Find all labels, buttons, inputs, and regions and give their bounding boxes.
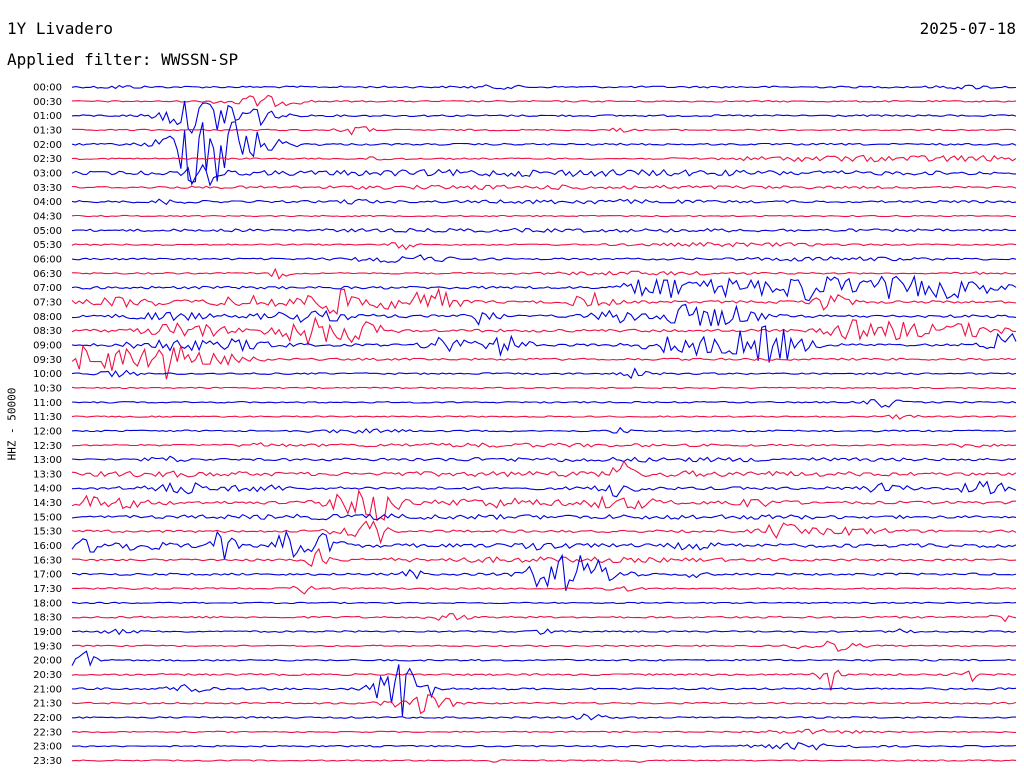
trace-row-1000 [71,367,1017,380]
trace-row-0700 [71,274,1017,302]
trace-row-1730 [71,585,1017,595]
trace-row-1600 [71,529,1017,560]
time-tick-label: 10:30 [33,383,62,394]
time-tick-label: 20:00 [33,656,62,667]
time-tick-label: 04:00 [33,197,62,208]
trace-row-1930 [71,640,1017,653]
time-tick-label: 01:00 [33,111,62,122]
time-tick-label: 03:00 [33,168,62,179]
trace-row-1330 [71,460,1017,478]
time-tick-label: 20:30 [33,670,62,681]
trace-row-2100 [72,664,1017,716]
trace-row-0900 [71,325,1017,363]
trace-row-2330 [71,759,1017,763]
time-tick-label: 05:30 [33,240,62,251]
trace-row-2230 [71,728,1017,735]
trace-row-1030 [71,386,1017,390]
time-tick-label: 00:30 [33,97,62,108]
time-tick-label: 16:30 [33,555,62,566]
trace-row-0800 [71,303,1017,327]
time-tick-label: 07:30 [33,297,62,308]
time-tick-label: 13:00 [33,455,62,466]
trace-row-0500 [71,227,1017,233]
trace-row-0230 [71,154,1017,163]
trace-row-0830 [71,316,1017,346]
time-tick-label: 11:30 [33,412,62,423]
time-tick-label: 05:00 [33,226,62,237]
time-tick-label: 04:30 [33,211,62,222]
trace-row-0300 [71,163,1017,187]
time-tick-label: 09:30 [33,355,62,366]
trace-row-1530 [71,520,1017,545]
trace-row-1230 [71,442,1017,448]
trace-row-0000 [71,84,1017,90]
trace-row-1130 [71,413,1017,420]
time-tick-label: 18:30 [33,613,62,624]
time-tick-label: 00:00 [33,83,62,94]
trace-row-0200 [71,121,1017,183]
time-tick-label: 19:30 [33,641,62,652]
time-tick-label: 07:00 [33,283,62,294]
time-tick-label: 08:30 [33,326,62,337]
time-tick-label: 09:00 [33,340,62,351]
trace-row-1800 [71,601,1017,605]
time-tick-label: 23:30 [33,756,62,767]
trace-row-0030 [71,94,1017,108]
trace-row-0330 [71,184,1017,191]
trace-row-0730 [71,287,1017,316]
trace-row-1830 [71,613,1017,623]
time-tick-label: 06:00 [33,254,62,265]
time-tick-label: 21:30 [33,699,62,710]
time-tick-label: 13:30 [33,469,62,480]
trace-row-2000 [71,650,1017,667]
time-tick-label: 12:30 [33,441,62,452]
time-tick-label: 02:00 [33,140,62,151]
time-tick-label: 06:30 [33,269,62,280]
time-tick-label: 17:30 [33,584,62,595]
trace-row-2300 [71,742,1017,751]
time-tick-label: 12:00 [33,426,62,437]
trace-row-0530 [71,241,1017,251]
time-tick-label: 14:00 [33,484,62,495]
trace-row-1900 [71,628,1017,636]
time-tick-label: 15:30 [33,527,62,538]
time-tick-label: 03:30 [33,183,62,194]
trace-row-1500 [71,513,1017,521]
time-tick-label: 19:00 [33,627,62,638]
time-tick-label: 17:00 [33,570,62,581]
trace-row-0630 [72,267,1017,280]
trace-row-1100 [71,399,1017,408]
time-tick-label: 10:00 [33,369,62,380]
trace-row-1200 [71,426,1017,434]
time-tick-label: 22:00 [33,713,62,724]
time-tick-label: 01:30 [33,125,62,136]
trace-row-1400 [71,480,1017,498]
time-tick-label: 11:00 [33,398,62,409]
trace-row-2130 [71,694,1017,715]
time-tick-label: 15:00 [33,512,62,523]
trace-row-0600 [71,254,1017,263]
trace-row-0430 [71,214,1017,218]
trace-row-1300 [71,455,1017,463]
trace-row-0130 [72,126,1017,136]
trace-row-0100 [71,100,1017,135]
time-tick-label: 08:00 [33,312,62,323]
time-tick-label: 21:00 [33,684,62,695]
time-tick-label: 18:00 [33,598,62,609]
time-tick-label: 22:30 [33,727,62,738]
time-tick-label: 16:00 [33,541,62,552]
trace-row-1700 [71,553,1017,591]
trace-row-1630 [71,547,1017,567]
helicorder-plot: 00:00 00:30 01:00 01:30 02:00 02:30 03:00 03:30… [33,83,1017,767]
time-tick-label: 14:30 [33,498,62,509]
time-tick-label: 02:30 [33,154,62,165]
trace-row-0400 [71,198,1017,206]
trace-row-2200 [72,713,1017,721]
time-tick-label: 23:00 [33,742,62,753]
